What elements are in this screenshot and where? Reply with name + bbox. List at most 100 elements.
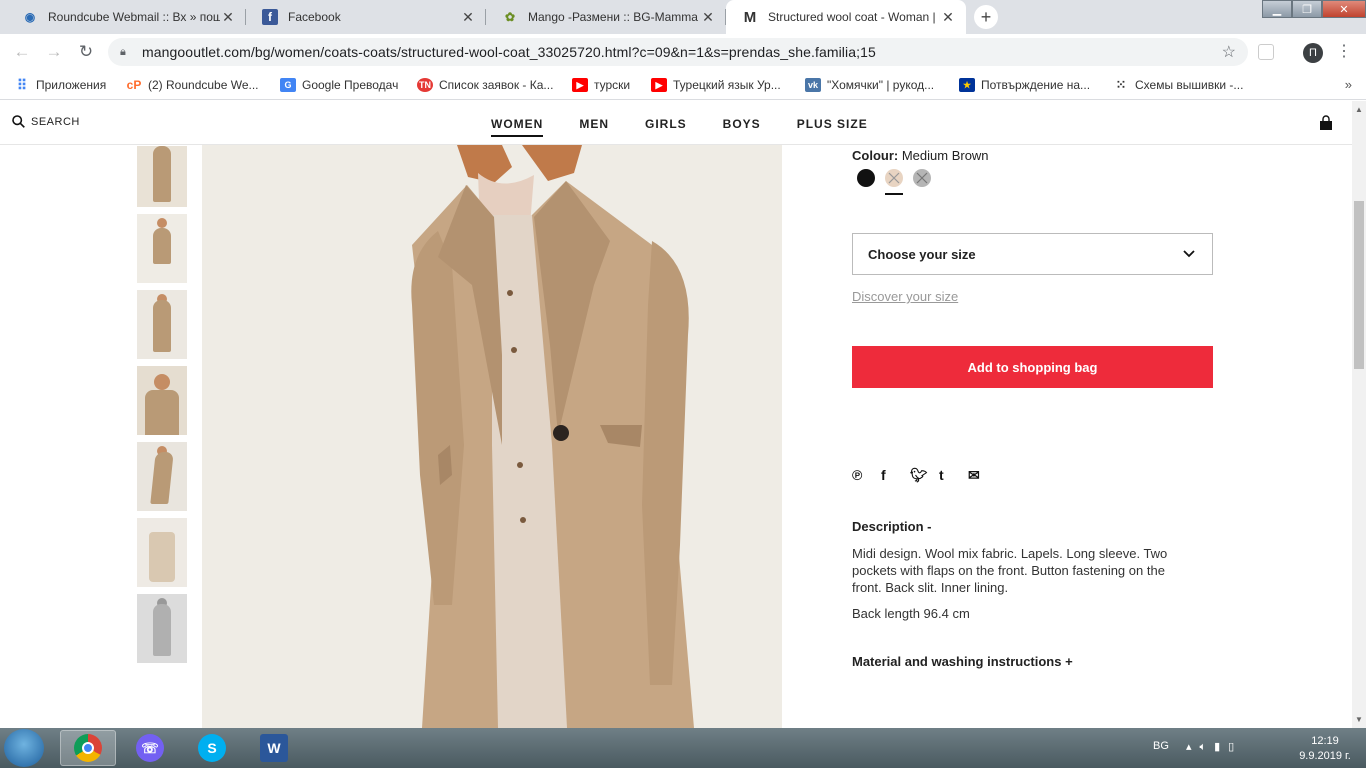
description-title[interactable]: Description - <box>852 519 931 534</box>
email-icon[interactable]: ✉ <box>968 467 997 484</box>
product-thumbnail[interactable] <box>137 213 187 283</box>
taskbar-chrome[interactable] <box>60 730 116 766</box>
bgmamma-icon: ✿ <box>504 10 516 24</box>
product-thumbnail[interactable] <box>137 517 187 587</box>
tab-title: Roundcube Webmail :: Вх » пощ <box>48 10 220 24</box>
tab-close-icon[interactable]: ✕ <box>940 9 956 26</box>
start-button[interactable] <box>4 729 44 767</box>
unavailable-cross-icon <box>916 172 928 184</box>
embroidery-icon: ⁙ <box>1115 77 1127 92</box>
profile-avatar[interactable]: П <box>1303 43 1323 63</box>
colour-line: Colour: Medium Brown <box>852 148 989 163</box>
bookmarks-more-icon[interactable]: » <box>1345 77 1352 92</box>
swatch-medium-brown[interactable] <box>885 169 903 187</box>
bookmark-label: Схемы вышивки -... <box>1135 78 1244 92</box>
facebook-icon[interactable]: f <box>881 467 910 484</box>
material-washing-toggle[interactable]: Material and washing instructions + <box>852 654 1073 669</box>
clock[interactable]: 12:19 9.9.2019 г. <box>1290 734 1360 764</box>
pinterest-icon[interactable]: ℗ <box>852 467 881 484</box>
size-placeholder: Choose your size <box>868 246 976 262</box>
word-icon: W <box>260 734 288 762</box>
share-icons: ℗ f 🐦︎ t ✉ <box>852 467 997 484</box>
address-bar[interactable]: 🔒︎ mangooutlet.com/bg/women/coats-coats/… <box>108 38 1248 66</box>
tumblr-icon[interactable]: t <box>939 467 968 484</box>
twitter-icon[interactable]: 🐦︎ <box>910 467 939 484</box>
swatch-grey[interactable] <box>913 169 931 187</box>
language-indicator[interactable]: BG <box>1153 740 1169 752</box>
clock-time: 12:19 <box>1311 735 1339 747</box>
page-scrollbar[interactable]: ▲ ▼ <box>1352 101 1366 728</box>
product-thumbnail[interactable] <box>137 289 187 359</box>
product-thumbnail[interactable] <box>137 593 187 663</box>
tab-bgmamma[interactable]: ✿ Mango -Размени :: BG-Mamma ✕ <box>486 0 726 34</box>
bookmark-label: Приложения <box>36 78 107 92</box>
extension-icon[interactable] <box>1258 44 1274 60</box>
bookmark-google-translate[interactable]: G Google Преводач <box>280 76 398 94</box>
browser-tab-strip: ◉ Roundcube Webmail :: Вх » пощ ✕ f Face… <box>0 0 1366 34</box>
shopping-bag-button[interactable] <box>1318 115 1334 134</box>
tab-close-icon[interactable]: ✕ <box>220 9 236 26</box>
bookmark-turski[interactable]: ▶ турски <box>572 76 630 94</box>
product-main-image <box>202 145 782 728</box>
nav-women[interactable]: WOMEN <box>491 117 544 137</box>
bookmark-roundcube[interactable]: cP (2) Roundcube We... <box>126 76 259 94</box>
new-tab-button[interactable]: + <box>974 5 998 29</box>
tab-mango[interactable]: M Structured wool coat - Woman | M ✕ <box>726 0 966 34</box>
main-nav: WOMEN MEN GIRLS BOYS PLUS SIZE <box>491 117 904 137</box>
tab-facebook[interactable]: f Facebook ✕ <box>246 0 486 34</box>
product-thumbnail[interactable] <box>137 365 187 435</box>
swatch-black[interactable] <box>857 169 875 187</box>
bookmark-tn[interactable]: TN Список заявок - Ка... <box>417 76 553 94</box>
add-to-bag-button[interactable]: Add to shopping bag <box>852 346 1213 388</box>
product-thumbnail[interactable] <box>137 145 187 207</box>
scroll-down-icon[interactable]: ▼ <box>1355 715 1363 724</box>
tab-close-icon[interactable]: ✕ <box>460 9 476 26</box>
search-button[interactable]: SEARCH <box>12 115 80 128</box>
size-dropdown[interactable]: Choose your size <box>852 233 1213 275</box>
description-text: Midi design. Wool mix fabric. Lapels. Lo… <box>852 546 1168 595</box>
apps-grid-icon: ⠿ <box>16 76 28 93</box>
url-text: mangooutlet.com/bg/women/coats-coats/str… <box>142 44 876 60</box>
viber-icon: ☏ <box>136 734 164 762</box>
minimize-button[interactable]: ▁ <box>1262 0 1292 18</box>
bookmark-embroidery[interactable]: ⁙ Схемы вышивки -... <box>1113 76 1244 94</box>
tab-close-icon[interactable]: ✕ <box>700 9 716 26</box>
facebook-icon: f <box>262 9 278 25</box>
tab-title: Facebook <box>288 10 341 24</box>
nav-girls[interactable]: GIRLS <box>645 117 687 137</box>
nav-plus-size[interactable]: PLUS SIZE <box>797 117 868 137</box>
bookmark-apps[interactable]: ⠿ Приложения <box>14 76 106 94</box>
bookmark-label: Турецкий язык Ур... <box>673 78 781 92</box>
bookmark-label: (2) Roundcube We... <box>148 78 259 92</box>
tray-icons[interactable]: ▴🔈︎▮▯ <box>1186 740 1242 754</box>
close-window-button[interactable]: ✕ <box>1322 0 1366 18</box>
taskbar-viber[interactable]: ☏ <box>122 730 178 766</box>
bookmark-confirmation[interactable]: ★ Потвърждение на... <box>959 76 1090 94</box>
site-header: SEARCH WOMEN MEN GIRLS BOYS PLUS SIZE <box>0 101 1352 145</box>
nav-men[interactable]: MEN <box>579 117 609 137</box>
product-thumbnail[interactable] <box>137 441 187 511</box>
unavailable-cross-icon <box>888 172 900 184</box>
bookmark-label: Потвърждение на... <box>981 78 1091 92</box>
browser-toolbar: ← → ↻ 🔒︎ mangooutlet.com/bg/women/coats-… <box>0 34 1366 70</box>
google-translate-icon: G <box>280 78 296 92</box>
discover-size-link[interactable]: Discover your size <box>852 289 958 304</box>
reload-button[interactable]: ↻ <box>74 40 98 64</box>
forward-button[interactable]: → <box>42 40 66 64</box>
tab-roundcube[interactable]: ◉ Roundcube Webmail :: Вх » пощ ✕ <box>6 0 246 34</box>
eu-flag-icon: ★ <box>959 78 975 92</box>
chrome-menu-icon[interactable]: ⋮ <box>1336 42 1352 62</box>
back-button[interactable]: ← <box>10 40 34 64</box>
taskbar-skype[interactable]: S <box>184 730 240 766</box>
mango-icon: M <box>743 8 757 26</box>
bookmark-star-icon[interactable]: ☆ <box>1222 42 1236 62</box>
maximize-button[interactable]: ❐ <box>1292 0 1322 18</box>
bookmark-turkish-lang[interactable]: ▶ Турецкий язык Ур... <box>651 76 781 94</box>
chevron-down-icon <box>1183 250 1195 258</box>
bookmark-vk[interactable]: vk "Хомячки" | рукод... <box>805 76 934 94</box>
scroll-up-icon[interactable]: ▲ <box>1355 105 1363 114</box>
nav-boys[interactable]: BOYS <box>723 117 761 137</box>
taskbar-word[interactable]: W <box>246 730 302 766</box>
scrollbar-thumb[interactable] <box>1354 201 1364 369</box>
tn-icon: TN <box>417 78 433 92</box>
